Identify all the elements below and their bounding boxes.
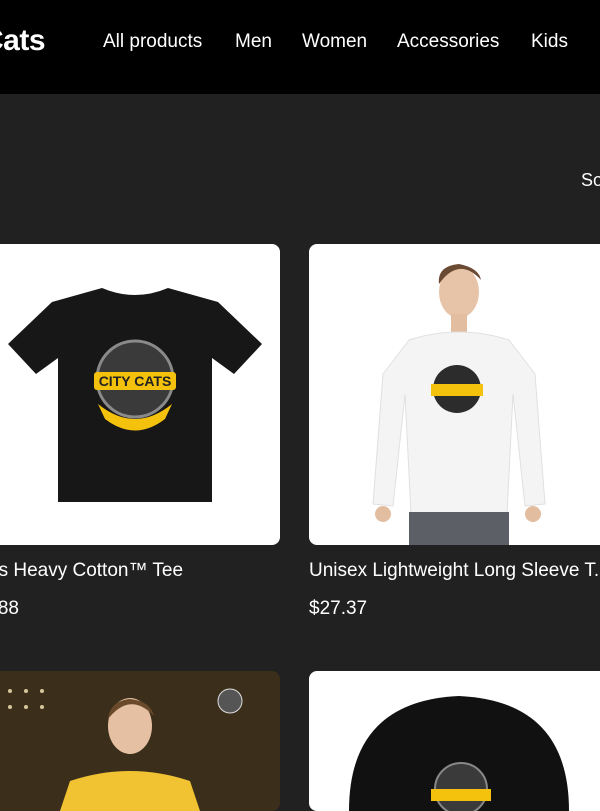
product-price: $27.37 [309,598,368,619]
nav-accessories[interactable]: Accessories [397,31,499,53]
product-image-yellow-tee[interactable] [0,671,280,811]
model-longsleeve-photo-icon [372,264,546,545]
main-nav: All products Men Women Accessories Kids [0,31,600,59]
product-image-longsleeve[interactable] [309,244,600,545]
product-image-beanie[interactable] [309,671,600,811]
black-tee-icon: CITY CATS [8,288,262,502]
product-price: 1.88 [0,598,19,619]
black-beanie-icon [349,696,569,811]
site-header: Cats All products Men Women Accessories … [0,0,600,94]
nav-kids[interactable]: Kids [531,31,568,53]
nav-all-products[interactable]: All products [103,31,202,53]
product-image-kids-tee[interactable]: CITY CATS [0,244,280,545]
sort-dropdown[interactable]: So [581,170,600,191]
nav-women[interactable]: Women [302,31,367,53]
model-yellow-tee-photo-icon [0,671,280,811]
product-title[interactable]: Unisex Lightweight Long Sleeve T... [309,560,600,582]
product-title[interactable]: ds Heavy Cotton™ Tee [0,560,183,582]
badge-text: CITY CATS [99,373,172,389]
nav-men[interactable]: Men [235,31,272,53]
